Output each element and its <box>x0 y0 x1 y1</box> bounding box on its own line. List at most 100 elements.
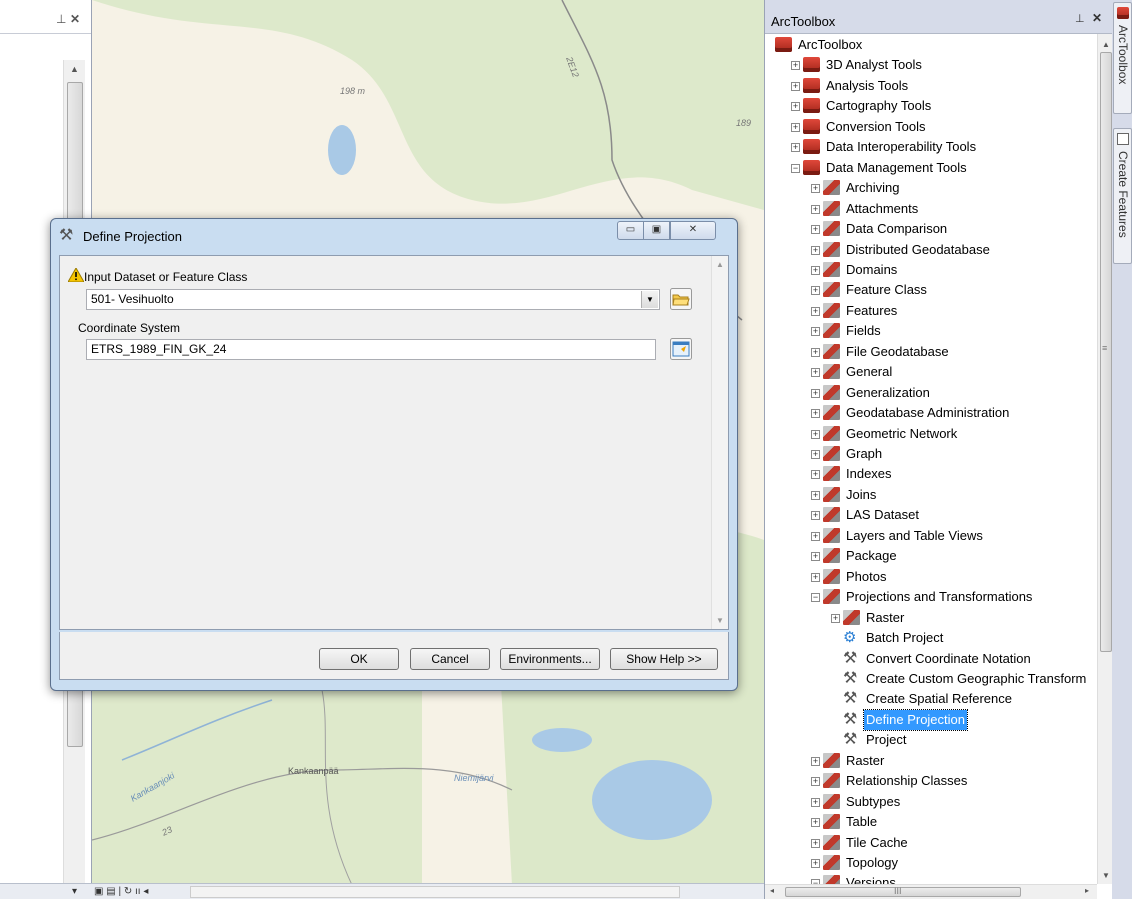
tree-node[interactable]: + Geodatabase Administration <box>765 403 1097 423</box>
tree-node[interactable]: ⚒ Define Projection <box>765 708 1097 731</box>
expand-icon[interactable]: + <box>811 859 820 868</box>
scroll-right-icon[interactable]: ▸ <box>1085 886 1089 895</box>
tree-node[interactable]: + Table <box>765 812 1097 832</box>
expand-icon[interactable]: + <box>811 490 820 500</box>
tree-node[interactable]: + File Geodatabase <box>765 342 1097 362</box>
close-icon[interactable]: ✕ <box>70 12 80 26</box>
scrollbar-thumb[interactable]: III <box>785 886 1021 897</box>
tree-node[interactable]: − Data Management Tools <box>765 158 1097 178</box>
tree-node[interactable]: + Attachments <box>765 199 1097 219</box>
tree-node[interactable]: ⚒ Project <box>765 730 1097 750</box>
scrollbar-thumb[interactable]: ≡ <box>1100 52 1112 652</box>
input-dataset-combobox[interactable]: 501- Vesihuolto ▼ <box>86 289 660 310</box>
expand-icon[interactable]: + <box>811 838 820 848</box>
maximize-button[interactable]: ▣ <box>643 221 670 240</box>
tree-node[interactable]: + Feature Class <box>765 280 1097 300</box>
tree-node[interactable]: + Data Comparison <box>765 219 1097 239</box>
expand-icon[interactable]: + <box>791 143 800 153</box>
expand-icon[interactable]: + <box>811 388 820 398</box>
tree-node[interactable]: + Topology <box>765 853 1097 873</box>
cancel-button[interactable]: Cancel <box>410 648 490 670</box>
tree-node[interactable]: ⚒ Create Spatial Reference <box>765 689 1097 709</box>
expand-icon[interactable]: + <box>811 552 820 562</box>
tree-node[interactable]: + Subtypes <box>765 792 1097 812</box>
expand-icon[interactable]: + <box>791 102 800 112</box>
tree-node[interactable]: + Relationship Classes <box>765 771 1097 791</box>
expand-icon[interactable]: + <box>811 265 820 275</box>
expand-icon[interactable]: + <box>811 368 820 378</box>
environments-button[interactable]: Environments... <box>500 648 600 670</box>
tree-node[interactable]: + Analysis Tools <box>765 76 1097 96</box>
tree-node[interactable]: + Cartography Tools <box>765 96 1097 116</box>
tree-node[interactable]: + Features <box>765 301 1097 321</box>
pin-icon[interactable]: ⊥ <box>56 12 66 26</box>
tree-node[interactable]: + Tile Cache <box>765 833 1097 853</box>
scroll-up-icon[interactable]: ▲ <box>1102 40 1110 49</box>
map-horizontal-scrollbar[interactable] <box>190 886 680 898</box>
tree-node[interactable]: + LAS Dataset <box>765 505 1097 525</box>
tree-node[interactable]: + Distributed Geodatabase <box>765 240 1097 260</box>
tree-node[interactable]: ArcToolbox <box>765 35 1097 55</box>
dialog-titlebar[interactable]: ⚒ Define Projection ▭ ▣ ✕ <box>51 219 737 251</box>
tree-node[interactable]: + Indexes <box>765 464 1097 484</box>
toolbox-vertical-scrollbar[interactable]: ▲ ≡ ▼ <box>1097 34 1113 884</box>
expand-icon[interactable]: + <box>831 613 840 623</box>
expand-icon[interactable]: + <box>811 184 820 194</box>
pin-icon[interactable]: ⊥ <box>1075 12 1085 25</box>
coordinate-system-field[interactable]: ETRS_1989_FIN_GK_24 <box>86 339 656 360</box>
show-help-button[interactable]: Show Help >> <box>610 648 718 670</box>
tree-node[interactable]: + General <box>765 362 1097 382</box>
expand-icon[interactable]: + <box>791 61 800 71</box>
tree-node[interactable]: + Graph <box>765 444 1097 464</box>
collapse-icon[interactable]: − <box>791 163 800 173</box>
tree-node[interactable]: ⚙ Batch Project <box>765 628 1097 648</box>
tree-node[interactable]: + Raster <box>765 751 1097 771</box>
tree-node[interactable]: ⚒ Create Custom Geographic Transform <box>765 669 1097 689</box>
expand-icon[interactable]: + <box>811 245 820 255</box>
scroll-down-icon[interactable]: ▾ <box>72 886 77 897</box>
tree-node[interactable]: +3D Analyst Tools <box>765 55 1097 75</box>
expand-icon[interactable]: + <box>811 204 820 214</box>
tree-node[interactable]: − Projections and Transformations <box>765 587 1097 607</box>
scroll-down-icon[interactable]: ▼ <box>716 616 724 625</box>
expand-icon[interactable]: + <box>811 347 820 357</box>
tree-node[interactable]: + Photos <box>765 567 1097 587</box>
scroll-left-icon[interactable]: ◂ <box>770 886 774 895</box>
dock-tab-arctoolbox[interactable]: ArcToolbox <box>1113 2 1132 114</box>
expand-icon[interactable]: + <box>811 409 820 419</box>
collapse-icon[interactable]: − <box>811 593 820 603</box>
toolbox-horizontal-scrollbar[interactable]: ◂ III ▸ <box>765 884 1097 899</box>
browse-folder-button[interactable] <box>670 288 692 310</box>
scroll-up-icon[interactable]: ▲ <box>716 260 724 269</box>
expand-icon[interactable]: + <box>811 306 820 316</box>
tree-node[interactable]: + Archiving <box>765 178 1097 198</box>
expand-icon[interactable]: + <box>811 286 820 296</box>
expand-icon[interactable]: + <box>811 450 820 459</box>
dialog-vertical-scrollbar[interactable]: ▲ ▼ <box>711 256 728 629</box>
expand-icon[interactable]: + <box>811 756 820 766</box>
ok-button[interactable]: OK <box>319 648 399 670</box>
tree-node[interactable]: + Joins <box>765 485 1097 505</box>
expand-icon[interactable]: + <box>811 225 820 235</box>
spatial-reference-properties-button[interactable] <box>670 338 692 360</box>
tree-node[interactable]: + Domains <box>765 260 1097 280</box>
expand-icon[interactable]: + <box>811 511 820 521</box>
close-button[interactable]: ✕ <box>670 221 716 240</box>
expand-icon[interactable]: + <box>811 818 820 828</box>
tree-node[interactable]: + Fields <box>765 321 1097 341</box>
tree-node[interactable]: ⚒ Convert Coordinate Notation <box>765 649 1097 669</box>
tree-node[interactable]: + Raster <box>765 608 1097 628</box>
tree-node[interactable]: − Versions <box>765 873 1097 884</box>
dock-tab-create-features[interactable]: Create Features <box>1113 128 1132 264</box>
view-toggle-icons[interactable]: ▣ ▤ | ↻ ıı ◂ <box>94 886 148 897</box>
toolbox-tree[interactable]: ArcToolbox +3D Analyst Tools + Analysis Too… <box>765 34 1097 884</box>
tree-node[interactable]: + Package <box>765 546 1097 566</box>
tree-node[interactable]: + Generalization <box>765 383 1097 403</box>
tree-node[interactable]: + Conversion Tools <box>765 117 1097 137</box>
scroll-down-icon[interactable]: ▼ <box>1102 871 1110 880</box>
expand-icon[interactable]: + <box>811 327 820 337</box>
scroll-up-icon[interactable]: ▲ <box>70 64 79 74</box>
expand-icon[interactable]: + <box>811 531 820 541</box>
expand-icon[interactable]: + <box>811 572 820 582</box>
expand-icon[interactable]: + <box>811 470 820 480</box>
